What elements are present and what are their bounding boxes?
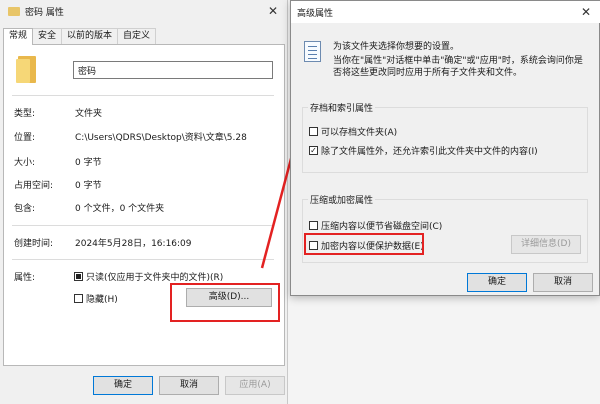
advanced-attributes-dialog: 高级属性 ✕ 为该文件夹选择你想要的设置。 当你在"属性"对话框中单击"确定"或… xyxy=(290,0,600,296)
tab-general[interactable]: 常规 xyxy=(3,28,34,45)
index-checkbox[interactable]: ✓ 除了文件属性外，还允许索引此文件夹中文件的内容(I) xyxy=(309,144,538,157)
archive-label: 可以存档文件夹(A) xyxy=(321,128,398,138)
settings-list-icon xyxy=(304,41,321,62)
close-icon[interactable]: ✕ xyxy=(575,3,597,21)
archive-group-title: 存档和索引属性 xyxy=(308,101,376,114)
archive-index-group xyxy=(302,107,588,173)
checkbox-empty-icon xyxy=(309,221,318,230)
adv-cancel-button[interactable]: 取消 xyxy=(533,273,593,292)
archive-checkbox[interactable]: 可以存档文件夹(A) xyxy=(309,125,397,138)
adv-ok-button[interactable]: 确定 xyxy=(467,273,527,292)
adv-intro-line2: 当你在"属性"对话框中单击"确定"或"应用"时，系统会询问你是否将这些更改同时应… xyxy=(333,56,583,78)
compress-group-title: 压缩或加密属性 xyxy=(308,193,376,206)
adv-title-bar: 高级属性 xyxy=(291,1,600,23)
highlight-encrypt-checkbox xyxy=(304,233,424,255)
checkbox-checked-icon: ✓ xyxy=(309,146,318,155)
checkbox-empty-icon xyxy=(309,127,318,136)
compress-label: 压缩内容以便节省磁盘空间(C) xyxy=(321,222,443,232)
index-label: 除了文件属性外，还允许索引此文件夹中文件的内容(I) xyxy=(321,147,538,157)
details-button[interactable]: 详细信息(D) xyxy=(511,235,581,254)
compress-checkbox[interactable]: 压缩内容以便节省磁盘空间(C) xyxy=(309,219,442,232)
adv-intro-line1: 为该文件夹选择你想要的设置。 xyxy=(333,42,460,52)
adv-title: 高级属性 xyxy=(297,8,334,19)
